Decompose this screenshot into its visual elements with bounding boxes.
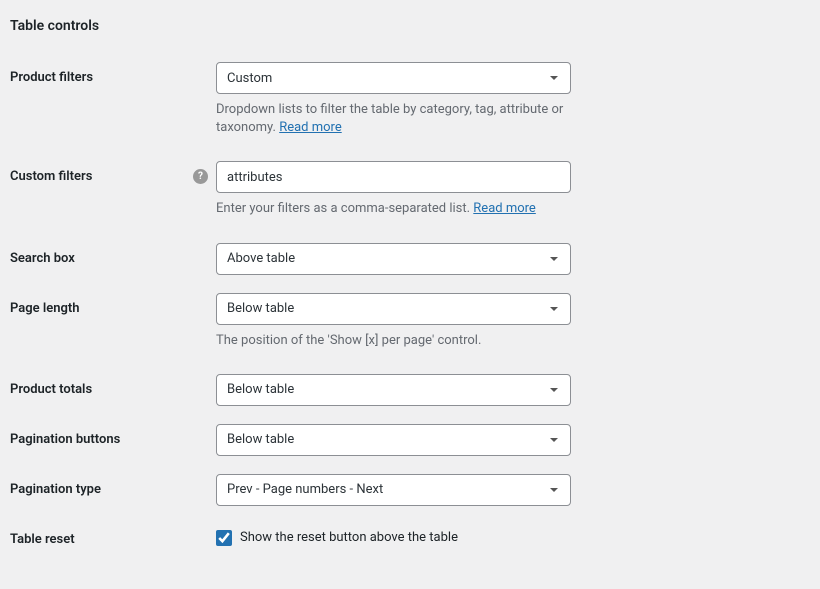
custom-filters-desc-text: Enter your filters as a comma-separated … <box>216 201 473 216</box>
product-filters-readmore-link[interactable]: Read more <box>279 120 342 135</box>
pagination-buttons-select[interactable]: Below table <box>216 424 571 456</box>
field-table-reset: Show the reset button above the table <box>216 524 571 546</box>
help-icon[interactable]: ? <box>193 169 208 184</box>
row-search-box: Search box Above table <box>10 243 810 275</box>
product-filters-desc-text: Dropdown lists to filter the table by ca… <box>216 102 563 135</box>
field-pagination-type: Prev - Page numbers - Next <box>216 474 571 506</box>
table-reset-checkbox-label[interactable]: Show the reset button above the table <box>240 530 458 545</box>
field-search-box: Above table <box>216 243 571 275</box>
field-product-filters: Custom Dropdown lists to filter the tabl… <box>216 62 571 137</box>
row-product-totals: Product totals Below table <box>10 374 810 406</box>
page-length-select[interactable]: Below table <box>216 293 571 325</box>
product-totals-select[interactable]: Below table <box>216 374 571 406</box>
row-page-length: Page length Below table The position of … <box>10 293 810 350</box>
product-filters-select[interactable]: Custom <box>216 62 571 94</box>
label-pagination-type: Pagination type <box>10 474 216 497</box>
label-search-box: Search box <box>10 243 216 266</box>
field-page-length: Below table The position of the 'Show [x… <box>216 293 571 350</box>
label-product-totals: Product totals <box>10 374 216 397</box>
row-custom-filters: Custom filters ? Enter your filters as a… <box>10 161 810 218</box>
section-title: Table controls <box>10 18 810 34</box>
label-custom-filters: Custom filters ? <box>10 161 216 184</box>
field-custom-filters: Enter your filters as a comma-separated … <box>216 161 571 218</box>
product-filters-desc: Dropdown lists to filter the table by ca… <box>216 101 571 137</box>
row-table-reset: Table reset Show the reset button above … <box>10 524 810 547</box>
custom-filters-readmore-link[interactable]: Read more <box>473 201 536 216</box>
label-table-reset: Table reset <box>10 524 216 547</box>
label-page-length: Page length <box>10 293 216 316</box>
field-pagination-buttons: Below table <box>216 424 571 456</box>
search-box-select[interactable]: Above table <box>216 243 571 275</box>
table-reset-checkbox[interactable] <box>216 530 232 546</box>
custom-filters-input[interactable] <box>216 161 571 193</box>
page-length-desc: The position of the 'Show [x] per page' … <box>216 332 571 350</box>
row-pagination-type: Pagination type Prev - Page numbers - Ne… <box>10 474 810 506</box>
label-custom-filters-text: Custom filters <box>10 169 92 184</box>
label-product-filters: Product filters <box>10 62 216 85</box>
label-pagination-buttons: Pagination buttons <box>10 424 216 447</box>
pagination-type-select[interactable]: Prev - Page numbers - Next <box>216 474 571 506</box>
row-pagination-buttons: Pagination buttons Below table <box>10 424 810 456</box>
custom-filters-desc: Enter your filters as a comma-separated … <box>216 200 571 218</box>
field-product-totals: Below table <box>216 374 571 406</box>
row-product-filters: Product filters Custom Dropdown lists to… <box>10 62 810 137</box>
